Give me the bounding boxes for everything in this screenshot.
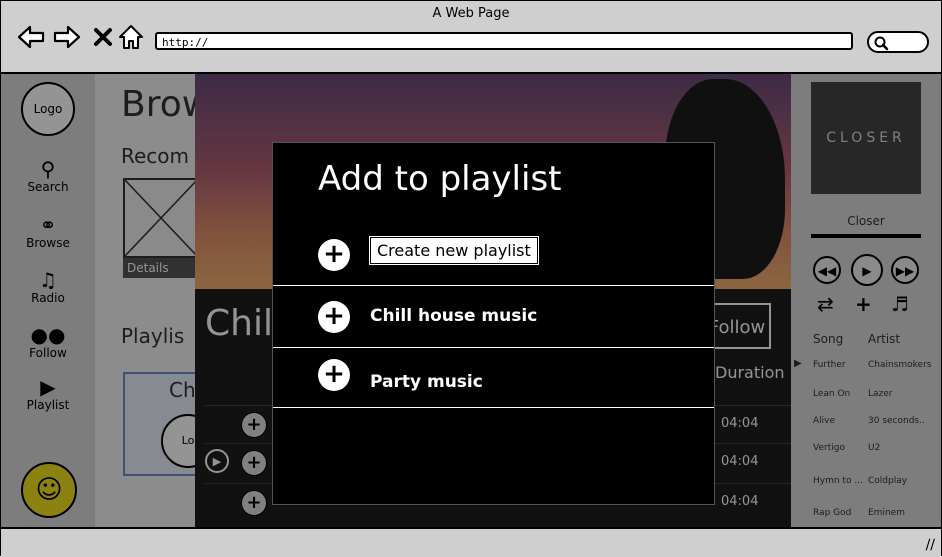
window-title: A Web Page: [432, 6, 510, 21]
playlist-option[interactable]: + Chill house music: [273, 301, 714, 361]
forward-arrow-icon[interactable]: [53, 23, 81, 51]
back-arrow-icon[interactable]: [17, 23, 45, 51]
dialog-title: Add to playlist: [318, 159, 562, 199]
playlist-option-label: Party music: [370, 372, 483, 392]
plus-icon[interactable]: +: [318, 239, 350, 271]
browser-search-box[interactable]: [867, 31, 929, 53]
resize-grip-icon[interactable]: ∕∕: [926, 537, 935, 553]
create-new-playlist-button[interactable]: Create new playlist: [369, 236, 539, 265]
plus-icon[interactable]: +: [318, 359, 350, 391]
create-playlist-row[interactable]: + Create new playlist: [273, 236, 714, 299]
add-to-playlist-dialog: Add to playlist + Create new playlist + …: [272, 142, 715, 505]
playlist-option-label: Chill house music: [370, 306, 538, 326]
status-bar: ∕∕: [1, 527, 941, 557]
divider: [273, 407, 714, 408]
browser-toolbar: A Web Page http://: [1, 1, 941, 74]
search-icon: [874, 36, 889, 51]
divider: [273, 285, 714, 286]
plus-icon[interactable]: +: [318, 301, 350, 333]
close-icon[interactable]: [89, 23, 117, 51]
browser-window: A Web Page http:// Logo ⚲ Search ⚭ Brows…: [0, 0, 942, 557]
playlist-option[interactable]: + Party music: [273, 359, 714, 419]
home-icon[interactable]: [117, 23, 145, 51]
url-input[interactable]: http://: [155, 32, 853, 50]
divider: [273, 347, 714, 348]
